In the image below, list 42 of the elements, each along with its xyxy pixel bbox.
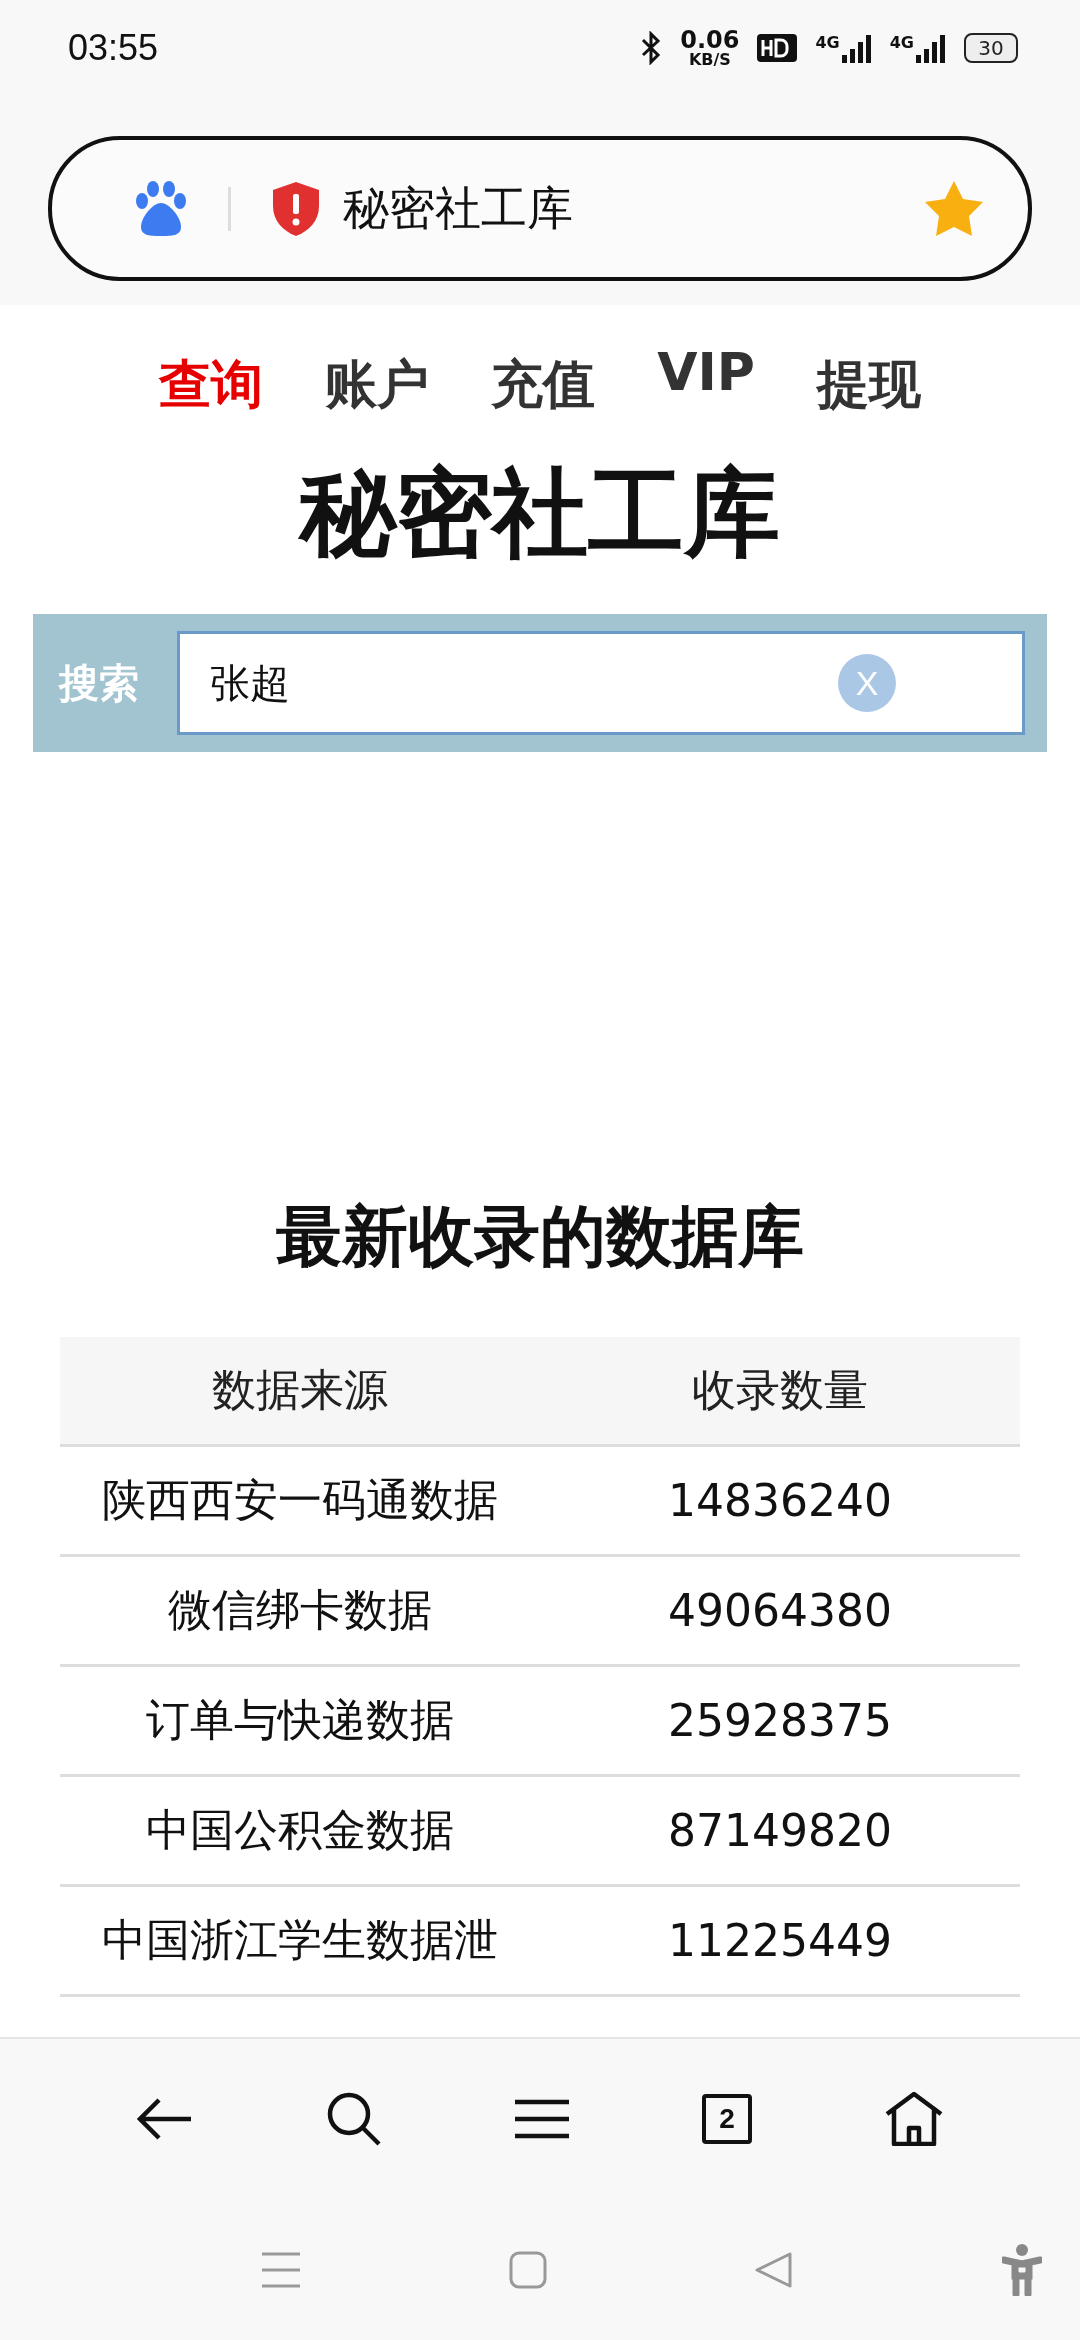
shield-alert-icon bbox=[271, 180, 321, 237]
search-icon[interactable] bbox=[325, 2091, 382, 2147]
table-cell: 14836240 bbox=[540, 1445, 1020, 1556]
table-cell: 订单与快递数据 bbox=[60, 1665, 540, 1776]
search-label: 搜索 bbox=[59, 658, 140, 708]
home-square-icon[interactable] bbox=[508, 2250, 547, 2289]
accessibility-icon[interactable] bbox=[1001, 2243, 1042, 2296]
status-time: 03:55 bbox=[68, 27, 159, 69]
hd-icon bbox=[757, 34, 798, 62]
section-title: 最新收录的数据库 bbox=[276, 1197, 804, 1277]
table-cell: 25928375 bbox=[540, 1665, 1020, 1776]
network-type: 4G bbox=[815, 33, 840, 52]
nav-link[interactable]: 账户 bbox=[325, 350, 430, 420]
page-title: 秘密社工库 bbox=[343, 179, 574, 237]
table-cell: 11225449 bbox=[540, 1885, 1020, 1996]
column-header: 收录数量 bbox=[540, 1337, 1020, 1446]
table-cell: 微信绑卡数据 bbox=[60, 1555, 540, 1666]
table-cell: 49064380 bbox=[540, 1555, 1020, 1666]
column-header: 数据来源 bbox=[60, 1337, 540, 1446]
signal-icon bbox=[916, 33, 946, 63]
nav-link[interactable]: VIP bbox=[657, 342, 755, 402]
bookmark-star-icon[interactable] bbox=[924, 179, 984, 238]
nav-link[interactable]: 充值 bbox=[491, 350, 596, 420]
battery-level: 30 bbox=[964, 33, 1018, 63]
tabs-button[interactable]: 2 bbox=[702, 2094, 753, 2144]
site-title: 秘密社工库 bbox=[300, 456, 780, 571]
search-field[interactable]: 张超 X bbox=[177, 631, 1025, 735]
nav-link[interactable]: 查询 bbox=[159, 350, 264, 420]
network-speed: 0.06 KB/S bbox=[680, 28, 740, 68]
paw-icon bbox=[134, 180, 188, 237]
table-cell: 中国浙江学生数据泄 bbox=[60, 1885, 540, 1996]
signal-icon bbox=[841, 33, 872, 63]
bluetooth-icon bbox=[640, 31, 663, 65]
table-cell: 陕西西安一码通数据 bbox=[60, 1445, 540, 1556]
back-icon[interactable] bbox=[136, 2097, 193, 2141]
table-cell: 中国公积金数据 bbox=[60, 1775, 540, 1886]
network-type: 4G bbox=[889, 33, 914, 52]
menu-icon[interactable] bbox=[514, 2099, 569, 2139]
back-triangle-icon[interactable] bbox=[755, 2250, 794, 2289]
table-cell: 87149820 bbox=[540, 1775, 1020, 1886]
home-icon[interactable] bbox=[885, 2092, 944, 2146]
nav-link[interactable]: 提现 bbox=[816, 350, 921, 420]
